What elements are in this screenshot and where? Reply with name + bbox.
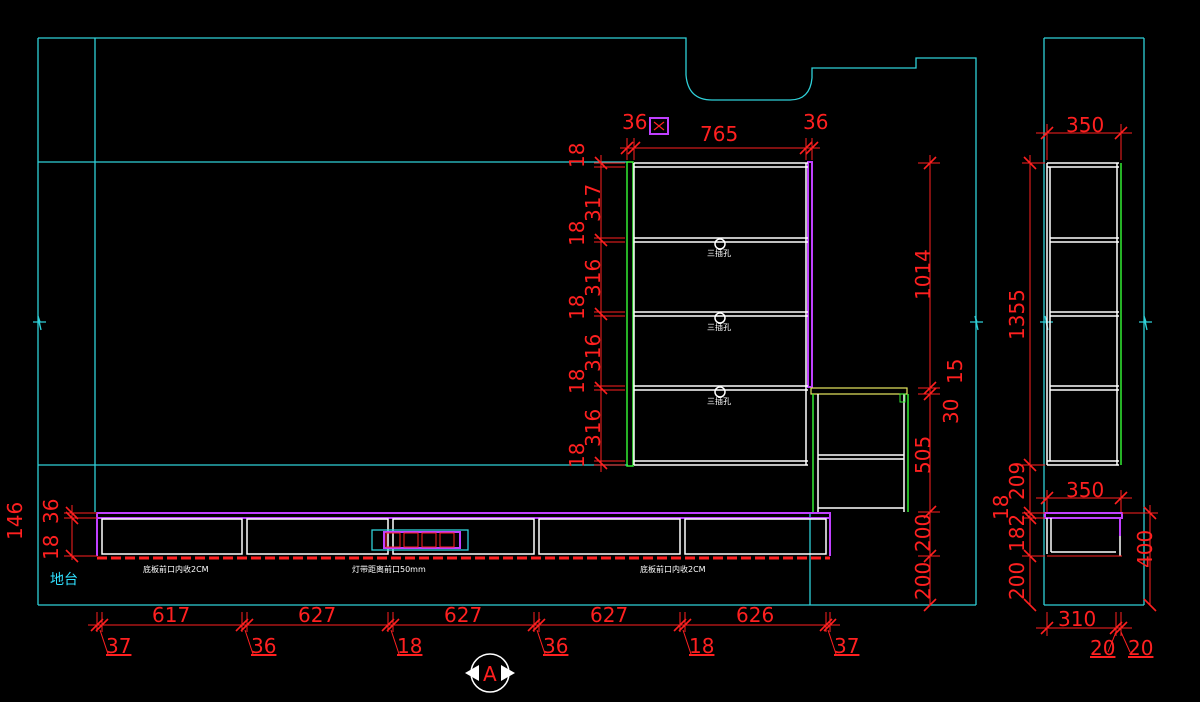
dim-text: 18 xyxy=(565,369,589,394)
dim-text: 200 xyxy=(911,514,935,552)
dim-text: 18 xyxy=(565,221,589,246)
side-cabinet xyxy=(810,387,909,512)
socket-note-1: 三插孔 xyxy=(707,248,731,258)
dim-text: 200 xyxy=(911,562,935,600)
socket-icon xyxy=(714,238,726,250)
dim-text: 627 xyxy=(590,603,628,627)
dim-text: 310 xyxy=(1058,607,1096,631)
dim-text: 1355 xyxy=(1005,289,1029,340)
dim-text: 627 xyxy=(298,603,336,627)
dim-text: 182 xyxy=(1005,514,1029,552)
dim-text: 36 xyxy=(803,110,828,134)
dim-text: 30 xyxy=(939,399,963,424)
dim-text: 505 xyxy=(911,436,935,474)
dim-text: 200 xyxy=(1005,562,1029,600)
tv-base-unit: 底板前口内收2CM 灯带距离前口50mm 底板前口内收2CM xyxy=(96,512,831,574)
dim-text: 18 xyxy=(565,143,589,168)
dim-text: 627 xyxy=(444,603,482,627)
base-note-right: 底板前口内收2CM xyxy=(640,564,706,574)
dim-text: 36 xyxy=(251,634,276,658)
socket-note-3: 三插孔 xyxy=(707,396,731,406)
dim-text: 18 xyxy=(689,634,714,658)
wall-cabinet: 三插孔 三插孔 三插孔 xyxy=(626,117,813,467)
dim-text: 316 xyxy=(581,409,605,447)
socket-icon xyxy=(714,386,726,398)
dim-text: 18 xyxy=(565,295,589,320)
dim-text: 37 xyxy=(106,634,131,658)
dim-text: 36 xyxy=(39,499,63,524)
dim-text: 18 xyxy=(39,535,63,560)
dim-text: 209 xyxy=(1005,462,1029,500)
dim-text: 146 xyxy=(3,502,27,540)
socket-note-2: 三插孔 xyxy=(707,322,731,332)
dim-text: 37 xyxy=(834,634,859,658)
dimension-lines xyxy=(64,124,1158,655)
dim-text: 350 xyxy=(1066,478,1104,502)
dim-text: 765 xyxy=(700,122,738,146)
wall-outline xyxy=(33,37,983,606)
floor-label: 地台 xyxy=(50,572,78,588)
dim-text: 20 xyxy=(1128,636,1153,660)
dim-text: 317 xyxy=(581,184,605,222)
dim-text: 617 xyxy=(152,603,190,627)
dim-text: 316 xyxy=(581,334,605,372)
dim-text: 15 xyxy=(943,359,967,384)
dim-text: 36 xyxy=(622,110,647,134)
dim-text: 36 xyxy=(543,634,568,658)
section-marker: A xyxy=(465,653,515,693)
dim-text: 1014 xyxy=(911,249,935,300)
cad-elevation-drawing: 三插孔 三插孔 三插孔 底板前口内收2CM 灯带距离前口50mm 底板前口内收2… xyxy=(3,37,1158,693)
dimension-labels: 36 765 36 18 317 18 316 18 316 18 316 18… xyxy=(3,110,1157,660)
led-note: 灯带距离前口50mm xyxy=(352,564,426,574)
dim-text: 18 xyxy=(565,443,589,468)
section-marker-label: A xyxy=(483,662,497,686)
base-note-left: 底板前口内收2CM xyxy=(143,564,209,574)
dim-text: 316 xyxy=(581,259,605,297)
dim-text: 400 xyxy=(1133,530,1157,568)
dim-text: 350 xyxy=(1066,113,1104,137)
dim-text: 20 xyxy=(1090,636,1115,660)
dim-text: 626 xyxy=(736,603,774,627)
dim-text: 18 xyxy=(397,634,422,658)
socket-icon xyxy=(714,312,726,324)
